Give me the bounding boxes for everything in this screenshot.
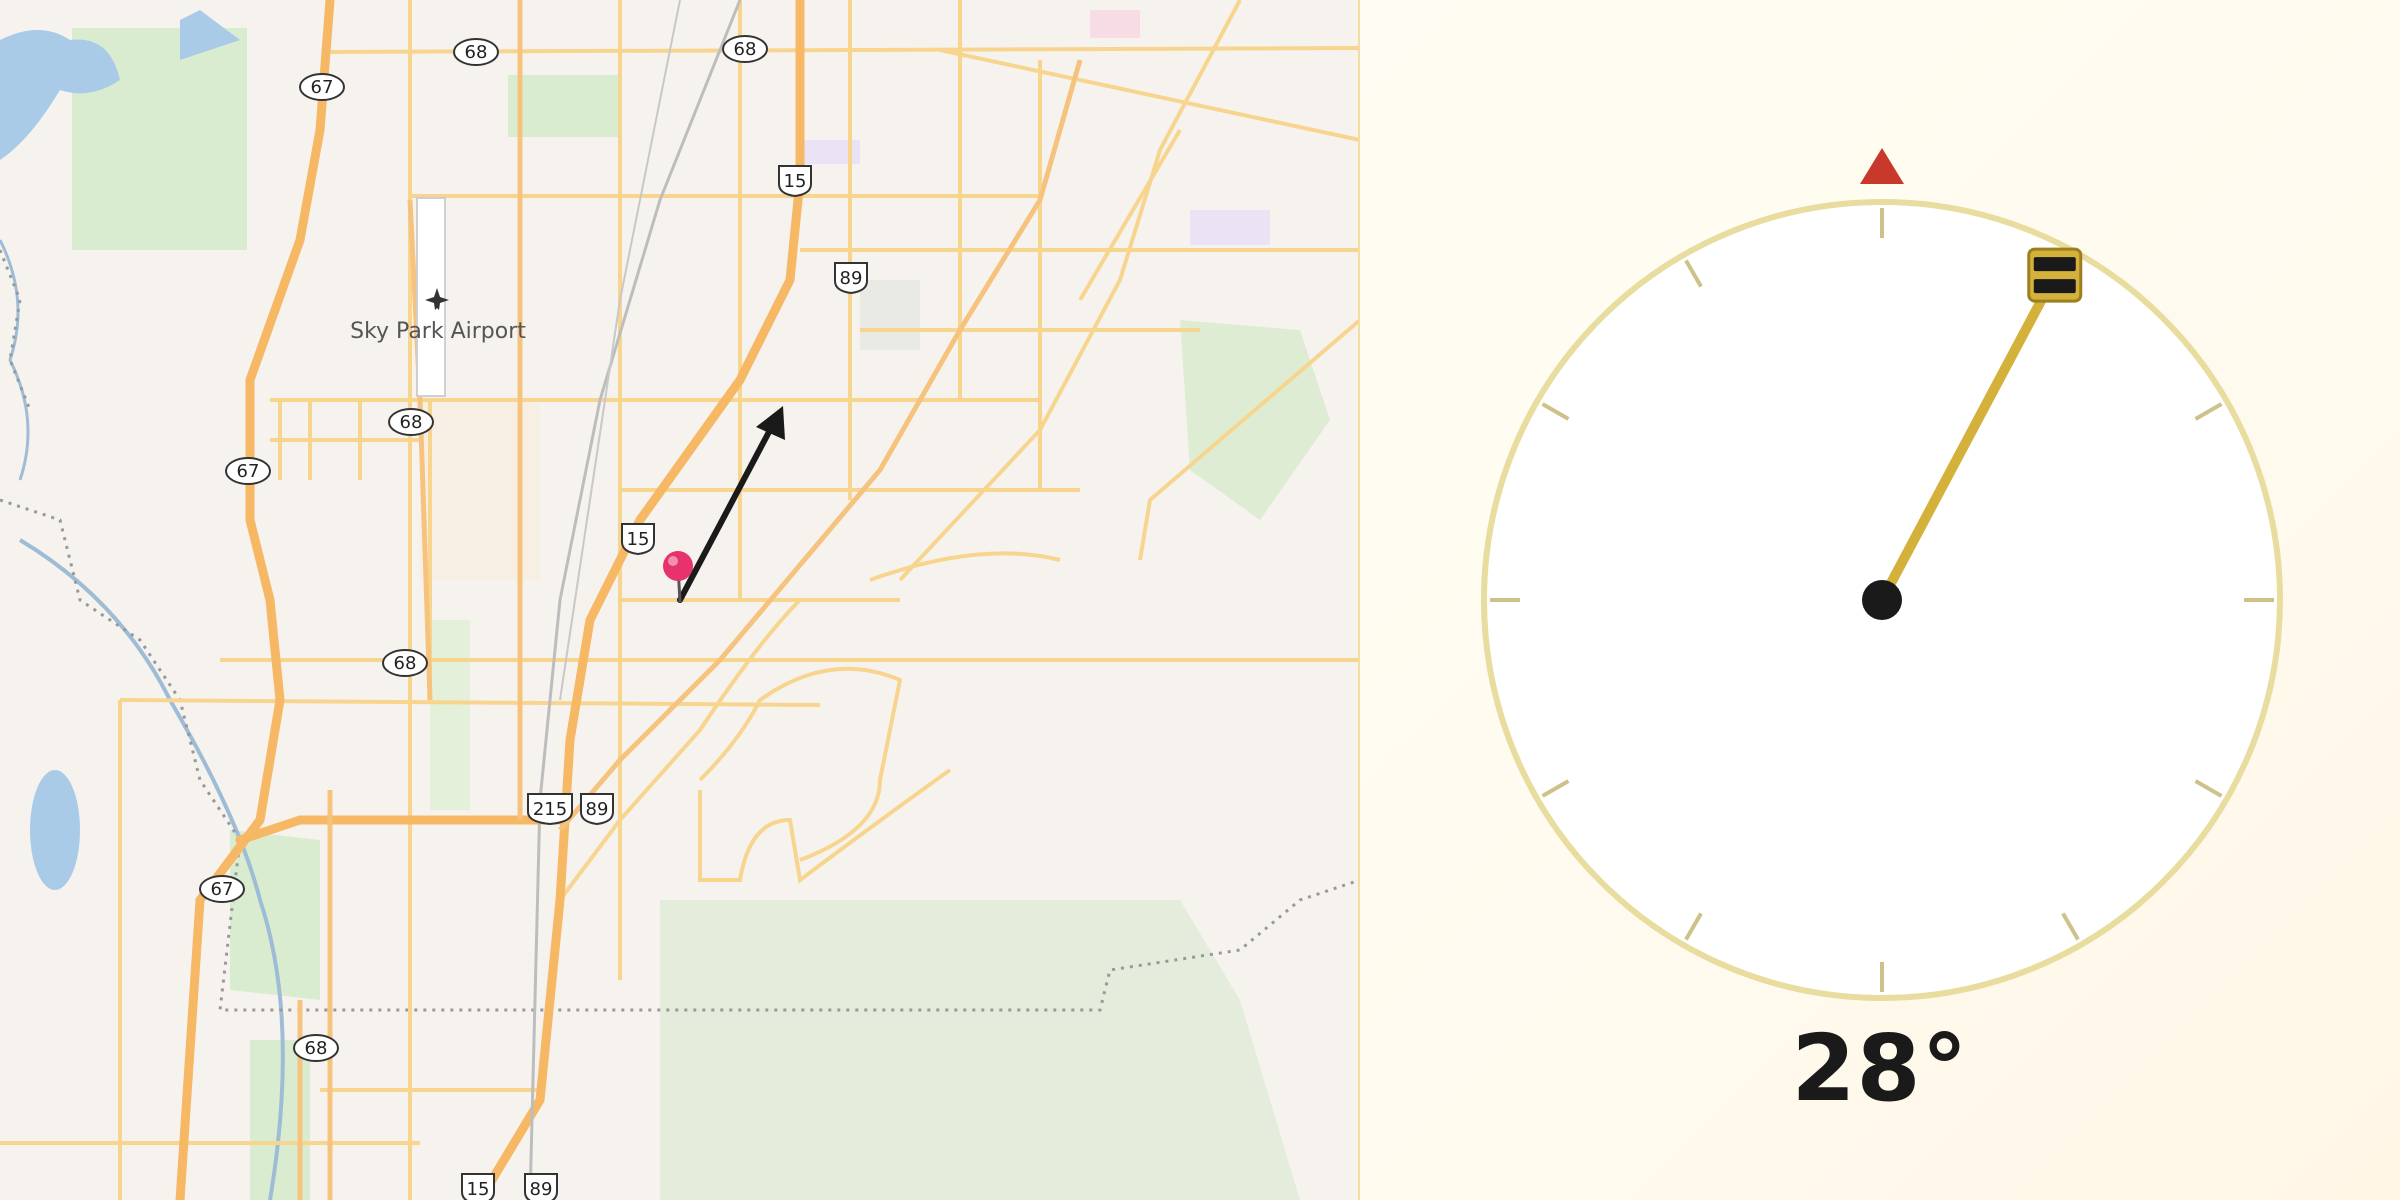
route-shield-68: 68: [382, 649, 428, 677]
route-shield-68: 68: [388, 408, 434, 436]
interstate-shield-15: 15: [621, 523, 655, 556]
lake-water: [30, 770, 80, 890]
shield-label: 68: [394, 653, 417, 674]
airport-label[interactable]: Sky Park Airport: [350, 319, 526, 344]
map-canvas[interactable]: Sky Park Airport 68 68 68 68 68 67 67 67…: [0, 0, 1360, 1200]
shield-label: 15: [467, 1179, 490, 1200]
shield-label: 89: [840, 268, 863, 289]
park-area: [430, 620, 470, 810]
park-area: [508, 75, 618, 137]
us-shield-89: 89: [580, 793, 614, 826]
needle-hub: [1862, 580, 1902, 620]
shield-label: 215: [533, 799, 567, 820]
route-shield-68: 68: [293, 1034, 339, 1062]
route-shield-68: 68: [722, 35, 768, 63]
interstate-shield-15: 15: [778, 165, 812, 198]
route-shield-67: 67: [225, 457, 271, 485]
shield-label: 89: [530, 1179, 553, 1200]
shield-label: 68: [465, 42, 488, 63]
poi-area: [1090, 10, 1140, 38]
urban-area: [860, 280, 920, 350]
us-shield-89: 89: [524, 1173, 558, 1200]
shield-label: 15: [784, 171, 807, 192]
shield-label: 67: [311, 77, 334, 98]
north-triangle-icon: [1860, 148, 1904, 184]
interstate-shield-215: 215: [527, 793, 573, 826]
compass-panel: 28°: [1360, 0, 2400, 1200]
shield-label: 67: [237, 461, 260, 482]
shield-label: 89: [586, 799, 609, 820]
route-shield-67: 67: [199, 875, 245, 903]
park-area: [230, 830, 320, 1000]
map-panel[interactable]: Sky Park Airport 68 68 68 68 68 67 67 67…: [0, 0, 1360, 1200]
shield-label: 15: [627, 529, 650, 550]
interstate-shield-15: 15: [461, 1173, 495, 1200]
route-shield-68: 68: [453, 38, 499, 66]
shield-label: 68: [734, 39, 757, 60]
heading-readout: 28°: [1791, 1015, 1969, 1122]
route-shield-67: 67: [299, 73, 345, 101]
us-shield-89: 89: [834, 262, 868, 295]
shield-label: 68: [305, 1038, 328, 1059]
airport-runway: [416, 197, 446, 397]
shield-label: 67: [211, 879, 234, 900]
needle-handle-icon[interactable]: [2027, 247, 2083, 303]
app-root: Sky Park Airport 68 68 68 68 68 67 67 67…: [0, 0, 2400, 1200]
forest-area: [660, 900, 1300, 1200]
poi-area: [1190, 210, 1270, 245]
shield-label: 68: [400, 412, 423, 433]
